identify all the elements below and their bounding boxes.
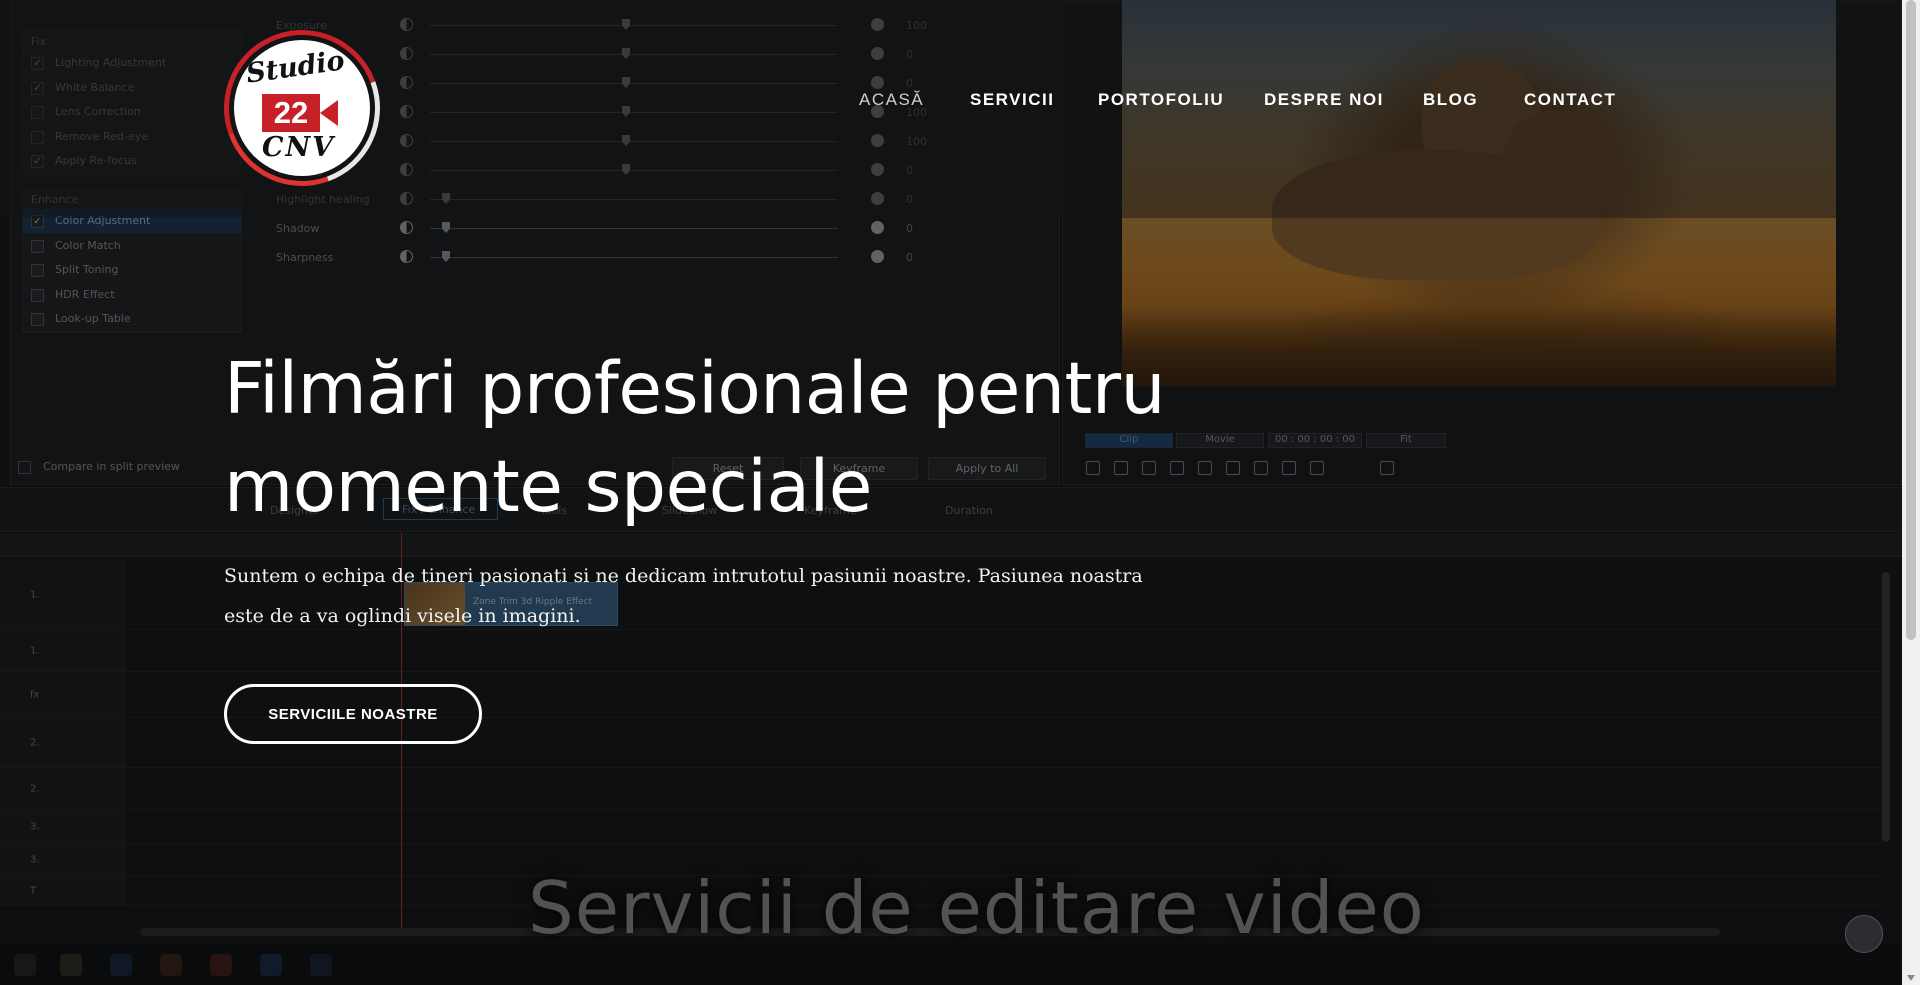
nav-acasa[interactable]: ACASĂ [859,90,924,110]
scroll-down-icon[interactable] [1907,975,1915,981]
nav-despre-noi[interactable]: DESPRE NOI [1264,90,1384,110]
nav-contact[interactable]: CONTACT [1524,90,1616,110]
hero-title-line2: momente speciale [224,445,872,528]
nav-blog[interactable]: BLOG [1423,90,1478,110]
nav-servicii[interactable]: SERVICII [970,90,1054,110]
hero-description: Suntem o echipa de tineri pasionati si n… [224,565,1143,627]
logo-cnv-text: CNV [262,132,336,163]
hero-title: Filmări profesionale pentru momente spec… [224,340,1184,536]
hero-title-line1: Filmări profesionale pentru [224,347,1166,430]
nav-portofoliu[interactable]: PORTOFOLIU [1098,90,1224,110]
page-scroll-thumb[interactable] [1906,0,1916,640]
page-scrollbar[interactable] [1902,0,1920,985]
site-logo[interactable]: Studio 22 CNV [198,4,406,212]
our-services-button[interactable]: SERVICIILE NOASTRE [224,684,482,744]
close-icon[interactable] [1845,915,1883,953]
camera-icon [320,100,338,126]
logo-number: 22 [262,94,320,132]
